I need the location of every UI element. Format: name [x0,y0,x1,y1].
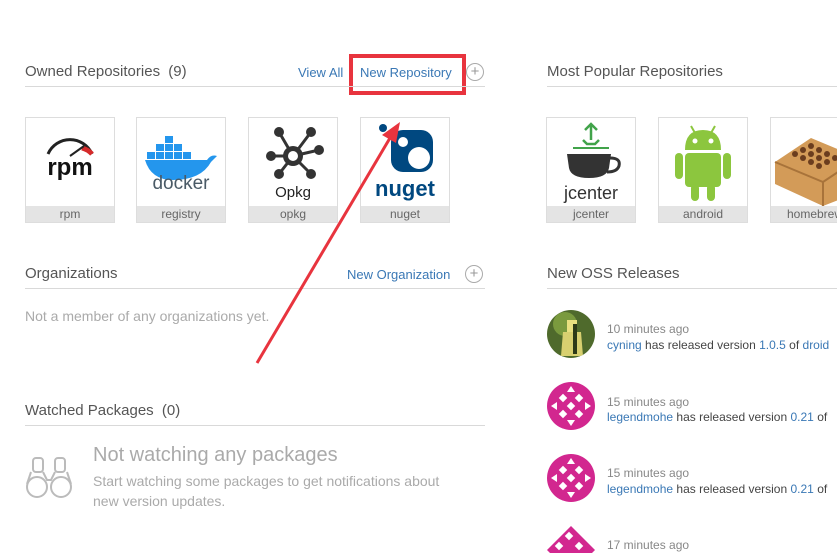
organizations-divider [25,288,485,289]
rpm-logo-icon: rpm [46,138,94,181]
nuget-logo-icon: nuget [375,124,436,201]
release-user-link[interactable]: cyning [607,338,642,352]
release-middle-text: has released version [676,482,788,496]
organizations-title: Organizations [25,265,118,282]
release-package-link[interactable]: droid [803,338,830,352]
view-all-link[interactable]: View All [298,65,343,80]
release-text: legendmohe has released version 0.21 of [607,482,827,496]
new-oss-releases-title: New OSS Releases [547,265,680,282]
identicon-avatar-icon [547,382,595,430]
release-of-text: of [817,482,828,496]
homebrew-crate-icon [774,138,837,206]
watched-packages-title: Watched Packages (0) [25,402,180,419]
popular-tile-label: homebrew [771,206,837,222]
avatar[interactable] [547,526,595,553]
release-middle-text: has released version [645,338,756,352]
watched-empty-desc-2: new version updates. [93,493,226,509]
release-version-link[interactable]: 0.21 [790,410,813,424]
add-repository-plus-icon[interactable]: + [466,63,484,81]
avatar[interactable] [547,454,595,502]
release-version-link[interactable]: 0.21 [790,482,813,496]
popular-divider [547,86,837,87]
repo-tile-nuget[interactable]: nuget nuget [360,117,450,223]
highlight-box [349,54,466,95]
repo-tile-label: registry [137,206,225,222]
opkg-logo-text: Opkg [275,184,311,201]
popular-tile-homebrew[interactable]: homebrew [770,117,837,223]
watched-empty-desc-1: Start watching some packages to get noti… [93,473,440,489]
docker-whale-icon: docker [145,136,217,194]
identicon-avatar-icon [547,526,595,553]
docker-logo-text: docker [152,173,210,194]
repo-tile-opkg[interactable]: Opkg opkg [248,117,338,223]
release-text: legendmohe has released version 0.21 of [607,410,827,424]
release-user-link[interactable]: legendmohe [607,482,673,496]
most-popular-title: Most Popular Repositories [547,63,723,80]
watched-divider [25,425,485,426]
repo-tile-registry[interactable]: docker registry [136,117,226,223]
release-middle-text: has released version [676,410,788,424]
watched-packages-label: Watched Packages [25,402,154,419]
popular-tile-jcenter[interactable]: jcenter jcenter [546,117,636,223]
avatar[interactable] [547,382,595,430]
avatar[interactable] [547,310,595,358]
release-of-text: of [817,410,828,424]
binoculars-icon [26,457,72,498]
release-time: 15 minutes ago [607,466,690,480]
releases-divider [547,288,837,289]
watched-empty-title: Not watching any packages [93,444,338,466]
rpm-logo-text: rpm [47,154,92,181]
popular-tile-label: android [659,206,747,222]
organizations-empty-text: Not a member of any organizations yet. [25,308,270,324]
add-organization-plus-icon[interactable]: + [465,265,483,283]
opkg-network-icon: Opkg [266,127,324,201]
new-organization-link[interactable]: New Organization [347,267,450,282]
repo-tile-label: rpm [26,206,114,222]
nuget-logo-text: nuget [375,176,436,201]
repo-tile-label: opkg [249,206,337,222]
jcenter-cup-icon: jcenter [563,122,621,203]
release-user-link[interactable]: legendmohe [607,410,673,424]
release-text: cyning has released version 1.0.5 of dro… [607,338,829,352]
release-time: 10 minutes ago [607,322,690,336]
popular-tile-label: jcenter [547,206,635,222]
release-of-text: of [789,338,800,352]
release-version-link[interactable]: 1.0.5 [759,338,786,352]
popular-tile-android[interactable]: android [658,117,748,223]
release-time: 15 minutes ago [607,395,690,409]
watched-packages-count: (0) [161,402,181,419]
repo-tile-label: nuget [361,206,449,222]
release-time: 17 minutes ago [607,538,690,552]
owned-repositories-count: (9) [168,63,187,80]
jcenter-logo-text: jcenter [563,183,618,203]
identicon-avatar-icon [547,454,595,502]
repo-tile-rpm[interactable]: rpm rpm [25,117,115,223]
user-avatar-icon [547,310,595,358]
android-robot-icon [675,125,731,201]
owned-divider [25,86,485,87]
owned-repositories-label: Owned Repositories [25,63,161,80]
owned-repositories-title: Owned Repositories (9) [25,63,187,80]
